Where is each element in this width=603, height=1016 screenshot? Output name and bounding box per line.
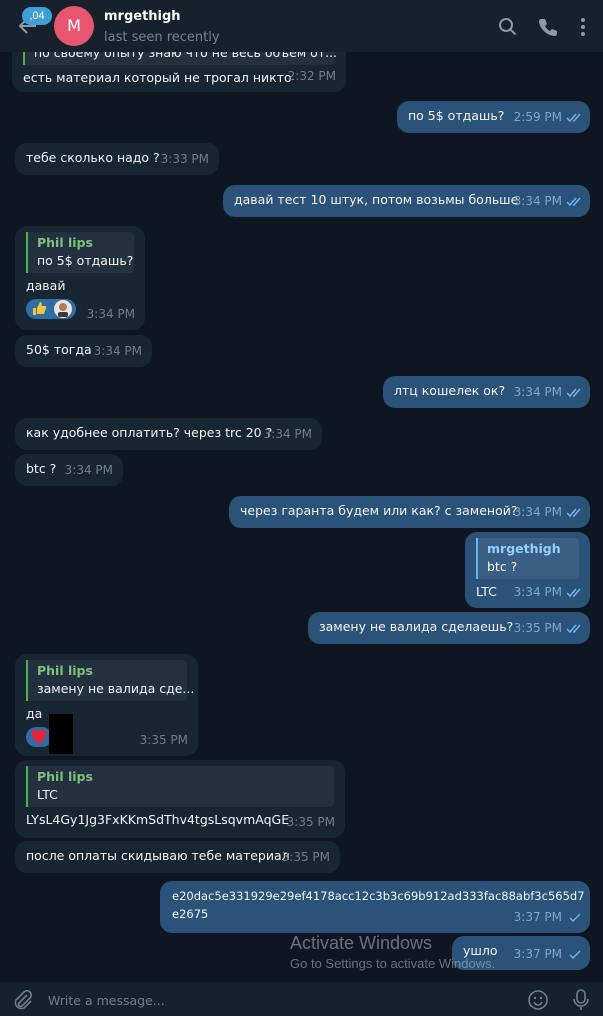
message-incoming[interactable]: по своему опыту знаю что не весь объем о… — [12, 52, 346, 92]
reply-text: LTC — [37, 787, 58, 802]
message-time: 3:37 PM — [513, 947, 562, 961]
message-text: есть материал который не трогал никто — [23, 70, 292, 85]
message-time: 3:37 PM — [513, 910, 562, 924]
message-outgoing[interactable]: ушло 3:37 PM — [452, 936, 590, 970]
message-text-line: e2675 — [172, 907, 209, 921]
message-time: 2:32 PM — [287, 69, 336, 83]
message-text: через гаранта будем или как? с заменой? — [240, 503, 518, 518]
message-text: LYsL4Gy1Jg3FxKKmSdThv4tgsLsqvmAqGE — [26, 812, 290, 827]
message-incoming[interactable]: как удобнее оплатить? через trc 20 ? 3:3… — [15, 418, 322, 450]
message-time: 3:35 PM — [286, 815, 335, 829]
message-time: 3:34 PM — [513, 505, 562, 519]
reply-author: mrgethigh — [487, 541, 561, 556]
avatar[interactable]: M — [54, 6, 94, 46]
message-text: как удобнее оплатить? через trc 20 ? — [26, 425, 273, 440]
message-time: 3:33 PM — [160, 152, 209, 166]
reactor-avatar-icon — [53, 300, 72, 318]
message-outgoing[interactable]: по 5$ отдашь? 2:59 PM — [397, 101, 590, 133]
microphone-icon[interactable] — [570, 988, 592, 1012]
message-text: LTC — [476, 584, 497, 599]
reply-author: Phil lips — [37, 663, 93, 678]
contact-name[interactable]: mrgethigh — [104, 9, 181, 24]
message-text: да — [26, 706, 43, 721]
thumbs-up-icon — [33, 302, 47, 315]
reply-quote[interactable]: Phil lips замену не валида сде... — [26, 660, 195, 701]
message-time: 2:59 PM — [513, 110, 562, 124]
message-time: 3:34 PM — [513, 194, 562, 208]
message-composer — [0, 982, 603, 1016]
search-icon[interactable] — [497, 16, 519, 38]
message-outgoing[interactable]: давай тест 10 штук, потом возьмы больше … — [223, 185, 590, 217]
message-text: по 5$ отдашь? — [408, 108, 505, 123]
reply-text: по 5$ отдашь? — [37, 253, 134, 268]
message-time: 3:34 PM — [93, 344, 142, 358]
message-text: после оплаты скидываю тебе материал — [26, 848, 290, 863]
message-outgoing[interactable]: mrgethigh btc ? LTC 3:34 PM — [465, 532, 590, 608]
message-text: btc ? — [26, 461, 57, 476]
reply-text: btc ? — [487, 559, 518, 574]
message-outgoing[interactable]: через гаранта будем или как? с заменой? … — [229, 496, 590, 528]
chat-header: ,04 M mrgethigh last seen recently — [0, 0, 603, 52]
heart-icon — [31, 729, 47, 744]
message-incoming[interactable]: Phil lips замену не валида сде... да 3:3… — [15, 654, 198, 756]
reply-quote[interactable]: mrgethigh btc ? — [476, 538, 579, 579]
redacted-block — [49, 714, 73, 754]
reply-quote: по своему опыту знаю что не весь объем о… — [23, 52, 337, 65]
message-incoming[interactable]: Phil lips по 5$ отдашь? давай 3:34 PM — [15, 226, 145, 330]
message-time: 3:34 PM — [513, 385, 562, 399]
read-receipt-icon — [566, 508, 581, 518]
sent-check-icon — [569, 913, 581, 923]
message-outgoing[interactable]: e20dac5e331929e29ef4178acc12c3b3c69b912a… — [160, 881, 590, 933]
message-time: 3:34 PM — [64, 463, 113, 477]
message-time: 3:34 PM — [513, 585, 562, 599]
reply-quote[interactable]: Phil lips по 5$ отдашь? — [26, 232, 134, 273]
contact-status: last seen recently — [104, 30, 220, 45]
unread-badge: ,04 — [22, 7, 52, 25]
message-time: 3:34 PM — [263, 427, 312, 441]
reply-quote[interactable]: Phil lips LTC — [26, 766, 334, 807]
attach-icon[interactable] — [12, 989, 34, 1011]
sent-check-icon — [569, 950, 581, 960]
message-incoming[interactable]: Phil lips LTC LYsL4Gy1Jg3FxKKmSdThv4tgsL… — [15, 760, 345, 838]
message-text: 50$ тогда — [26, 342, 92, 357]
message-text: лтц кошелек ок? — [394, 383, 506, 398]
read-receipt-icon — [566, 197, 581, 207]
message-time: 3:34 PM — [86, 307, 135, 321]
message-list[interactable]: по своему опыту знаю что не весь объем о… — [0, 52, 603, 980]
message-incoming[interactable]: тебе сколько надо ? 3:33 PM — [15, 143, 219, 175]
message-outgoing[interactable]: лтц кошелек ок? 3:34 PM — [383, 376, 590, 408]
phone-icon[interactable] — [537, 16, 559, 38]
message-time: 3:35 PM — [139, 733, 188, 747]
reply-text: замену не валида сде... — [37, 681, 195, 696]
read-receipt-icon — [566, 388, 581, 398]
message-incoming[interactable]: btc ? 3:34 PM — [15, 454, 123, 486]
message-time: 3:35 PM — [513, 621, 562, 635]
reply-author: Phil lips — [37, 769, 93, 784]
message-text-line: e20dac5e331929e29ef4178acc12c3b3c69b912a… — [172, 889, 585, 903]
message-input[interactable] — [48, 991, 428, 1009]
emoji-icon[interactable] — [527, 989, 549, 1011]
message-time: 3:35 PM — [281, 850, 330, 864]
message-outgoing[interactable]: замену не валида сделаешь? 3:35 PM — [308, 612, 590, 644]
message-text: замену не валида сделаешь? — [319, 619, 514, 634]
read-receipt-icon — [566, 588, 581, 598]
read-receipt-icon — [566, 624, 581, 634]
message-text: ушло — [463, 943, 498, 958]
reply-author: Phil lips — [37, 235, 93, 250]
message-text: давай — [26, 278, 66, 293]
reaction-group[interactable] — [26, 299, 76, 319]
message-incoming[interactable]: после оплаты скидываю тебе материал 3:35… — [15, 841, 340, 873]
message-text: давай тест 10 штук, потом возьмы больше — [234, 192, 519, 207]
more-vertical-icon[interactable] — [572, 16, 594, 38]
message-text: тебе сколько надо ? — [26, 150, 160, 165]
message-incoming[interactable]: 50$ тогда 3:34 PM — [15, 335, 152, 367]
read-receipt-icon — [566, 113, 581, 123]
